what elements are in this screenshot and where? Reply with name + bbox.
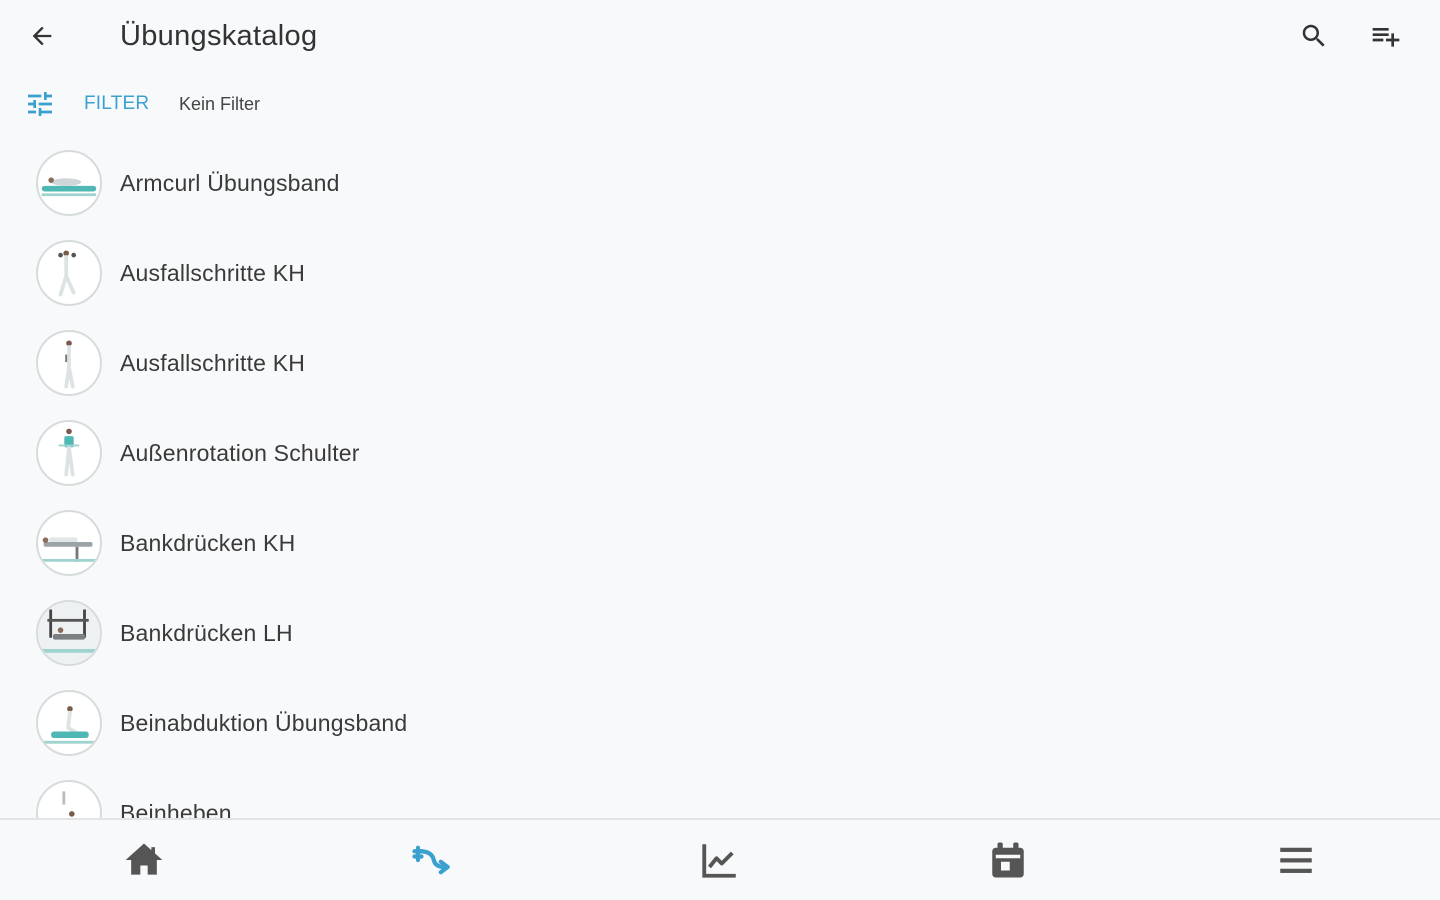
filter-status: Kein Filter: [179, 94, 261, 114]
list-item[interactable]: Beinabduktion Übungsband: [0, 678, 1440, 768]
list-item[interactable]: Bankdrücken KH: [0, 498, 1440, 588]
list-item[interactable]: Armcurl Übungsband: [0, 138, 1440, 228]
exercise-thumbnail: [36, 600, 102, 666]
nav-exercises[interactable]: [288, 820, 576, 900]
exercise-thumbnail: [36, 780, 102, 818]
filter-label: FILTER: [84, 93, 150, 114]
list-item[interactable]: Außenrotation Schulter: [0, 408, 1440, 498]
exercise-name: Ausfallschritte KH: [120, 260, 306, 286]
chart-icon: [702, 844, 736, 878]
exercise-name: Ausfallschritte KH: [120, 350, 306, 376]
exercise-name: Armcurl Übungsband: [120, 170, 340, 196]
search-button[interactable]: [1294, 18, 1334, 54]
menu-icon: [1280, 847, 1312, 873]
list-item[interactable]: Ausfallschritte KH: [0, 318, 1440, 408]
playlist-add-icon: [1372, 28, 1400, 47]
exercise-name: Beinabduktion Übungsband: [120, 710, 408, 736]
nav-calendar[interactable]: [864, 820, 1152, 900]
list-item[interactable]: Bankdrücken LH: [0, 588, 1440, 678]
exercise-name: Bankdrücken KH: [120, 530, 296, 556]
nav-menu[interactable]: [1152, 820, 1440, 900]
list-item[interactable]: Beinheben: [0, 768, 1440, 818]
exercise-thumbnail: [36, 690, 102, 756]
nav-statistics[interactable]: [576, 820, 864, 900]
exercise-name: Außenrotation Schulter: [120, 440, 360, 466]
list-item[interactable]: Ausfallschritte KH: [0, 228, 1440, 318]
tune-icon: [28, 92, 52, 116]
exercise-thumbnail: [36, 510, 102, 576]
exercise-thumbnail: [36, 150, 102, 216]
nav-home[interactable]: [0, 820, 288, 900]
exercise-name: Beinheben: [120, 800, 232, 818]
add-exercise-button[interactable]: [1364, 18, 1408, 54]
exercise-name: Bankdrücken LH: [120, 620, 293, 646]
search-icon: [1302, 24, 1325, 47]
filter-bar: FILTER Kein Filter: [0, 84, 1440, 124]
page-title: Übungskatalog: [120, 20, 318, 52]
bottom-navigation: [0, 818, 1440, 900]
home-icon: [125, 843, 163, 875]
filter-button[interactable]: FILTER: [24, 84, 149, 124]
app-bar: Übungskatalog: [0, 0, 1440, 72]
exercise-thumbnail: [36, 330, 102, 396]
back-button[interactable]: [24, 18, 60, 54]
arrow-left-icon: [32, 26, 52, 46]
exercise-thumbnail: [36, 420, 102, 486]
exercise-thumbnail: [36, 240, 102, 306]
exercise-list: Armcurl Übungsband Ausfallschritte KH Au…: [0, 138, 1440, 818]
exercise-icon: [412, 845, 450, 875]
calendar-icon: [992, 842, 1024, 878]
